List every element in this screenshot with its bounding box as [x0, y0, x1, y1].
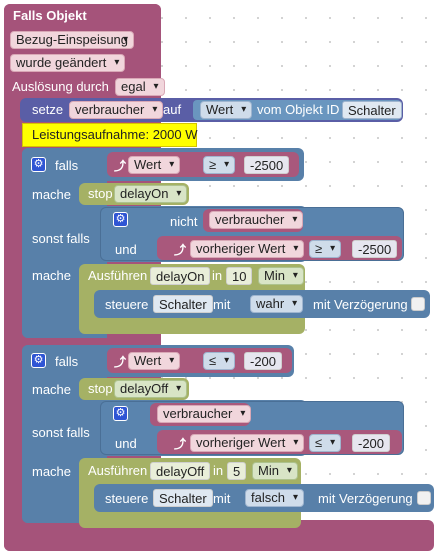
if1-var-dropdown[interactable]: verbraucher: [209, 211, 304, 229]
if1-exec-name[interactable]: delayOn: [150, 267, 211, 285]
if2-value-dropdown[interactable]: Wert: [128, 352, 181, 370]
variable-dropdown[interactable]: verbraucher: [69, 101, 164, 119]
if1-stop-dropdown[interactable]: delayOn: [114, 185, 188, 203]
if1-op-dropdown[interactable]: ≥: [203, 156, 236, 174]
value-dropdown[interactable]: Wert: [200, 101, 253, 119]
if2-with-label: mit: [213, 491, 231, 506]
set-on: auf: [163, 102, 182, 117]
if2-delay-checkbox[interactable]: [417, 491, 431, 505]
if1-op2-dropdown[interactable]: ≥: [309, 240, 342, 258]
if2-number2-field[interactable]: -200: [352, 434, 391, 452]
set-prefix: setze: [32, 102, 64, 117]
if2-und-label: und: [115, 436, 137, 451]
if2-falls-label: falls: [55, 354, 79, 369]
if2-time-field[interactable]: 5: [227, 462, 247, 480]
if1-sonst-label: sonst falls: [32, 231, 90, 246]
if1-mache2-label: mache: [32, 268, 72, 283]
if1-exec-label: Ausführen: [88, 268, 148, 283]
if2-mache2-label: mache: [32, 464, 72, 479]
if2-control-obj[interactable]: Schalter: [153, 489, 213, 507]
trigger-label: Auslösung durch: [12, 79, 109, 94]
reference-arrow-icon: ⤴: [174, 437, 187, 451]
if2-sonst-label: sonst falls: [32, 425, 90, 440]
from-label: vom Objekt ID: [257, 102, 340, 117]
condition-dropdown[interactable]: wurde geändert: [10, 54, 126, 72]
reference-arrow-icon: ⤴: [114, 355, 127, 369]
if2-exec-label: Ausführen: [88, 463, 148, 478]
if1-stop-label: stop: [88, 186, 113, 201]
if1-not-label: nicht: [170, 214, 198, 229]
if2-unit-dropdown[interactable]: Min: [252, 462, 298, 480]
object-dropdown[interactable]: Bezug-Einspeisung: [10, 31, 135, 49]
if1-delay-checkbox[interactable]: [411, 297, 425, 311]
gear-icon[interactable]: ⚙: [113, 212, 128, 227]
if1-control-obj[interactable]: Schalter: [153, 295, 213, 313]
if1-control-label: steuere: [105, 297, 149, 312]
if2-stop-label: stop: [88, 381, 113, 396]
if2-in-label: in: [213, 463, 224, 478]
if1-in-label: in: [212, 268, 223, 283]
if1-und-label: und: [115, 242, 137, 257]
if1-number2-field[interactable]: -2500: [352, 240, 398, 258]
tooltip-text: Leistungsaufnahme: 2000 W: [32, 127, 198, 142]
trigger-title: Falls Objekt: [13, 8, 87, 23]
if2-var-dropdown[interactable]: verbraucher: [157, 405, 252, 423]
if2-op-dropdown[interactable]: ≤: [203, 352, 236, 370]
if2-delay-label: mit Verzögerung: [318, 491, 413, 506]
if1-delay-label: mit Verzögerung: [313, 297, 408, 312]
if1-time-field[interactable]: 10: [226, 267, 253, 285]
if2-prev-dropdown[interactable]: vorheriger Wert: [190, 434, 305, 452]
if2-exec-name[interactable]: delayOff: [150, 462, 211, 480]
if1-number-field[interactable]: -2500: [244, 156, 290, 174]
if1-prev-dropdown[interactable]: vorheriger Wert: [190, 240, 305, 258]
if2-op2-dropdown[interactable]: ≤: [309, 434, 342, 452]
if1-with-label: mit: [213, 297, 231, 312]
gear-icon[interactable]: ⚙: [31, 157, 46, 172]
if1-value-dropdown[interactable]: Wert: [128, 156, 181, 174]
if2-control-label: steuere: [105, 491, 149, 506]
reference-arrow-icon: ⤴: [174, 243, 187, 257]
if1-control-value[interactable]: wahr: [250, 295, 304, 313]
reference-arrow-icon: ⤴: [114, 159, 127, 173]
trigger-dropdown[interactable]: egal: [115, 78, 165, 96]
if2-control-value[interactable]: falsch: [245, 489, 304, 507]
gear-icon[interactable]: ⚙: [31, 353, 46, 368]
if2-number-field[interactable]: -200: [244, 352, 283, 370]
object-id-field[interactable]: Schalter: [342, 101, 402, 119]
if1-falls-label: falls: [55, 158, 79, 173]
if2-mache-label: mache: [32, 382, 72, 397]
if1-unit-dropdown[interactable]: Min: [258, 267, 304, 285]
gear-icon[interactable]: ⚙: [113, 406, 128, 421]
if2-stop-dropdown[interactable]: delayOff: [114, 380, 188, 398]
if1-mache-label: mache: [32, 187, 72, 202]
